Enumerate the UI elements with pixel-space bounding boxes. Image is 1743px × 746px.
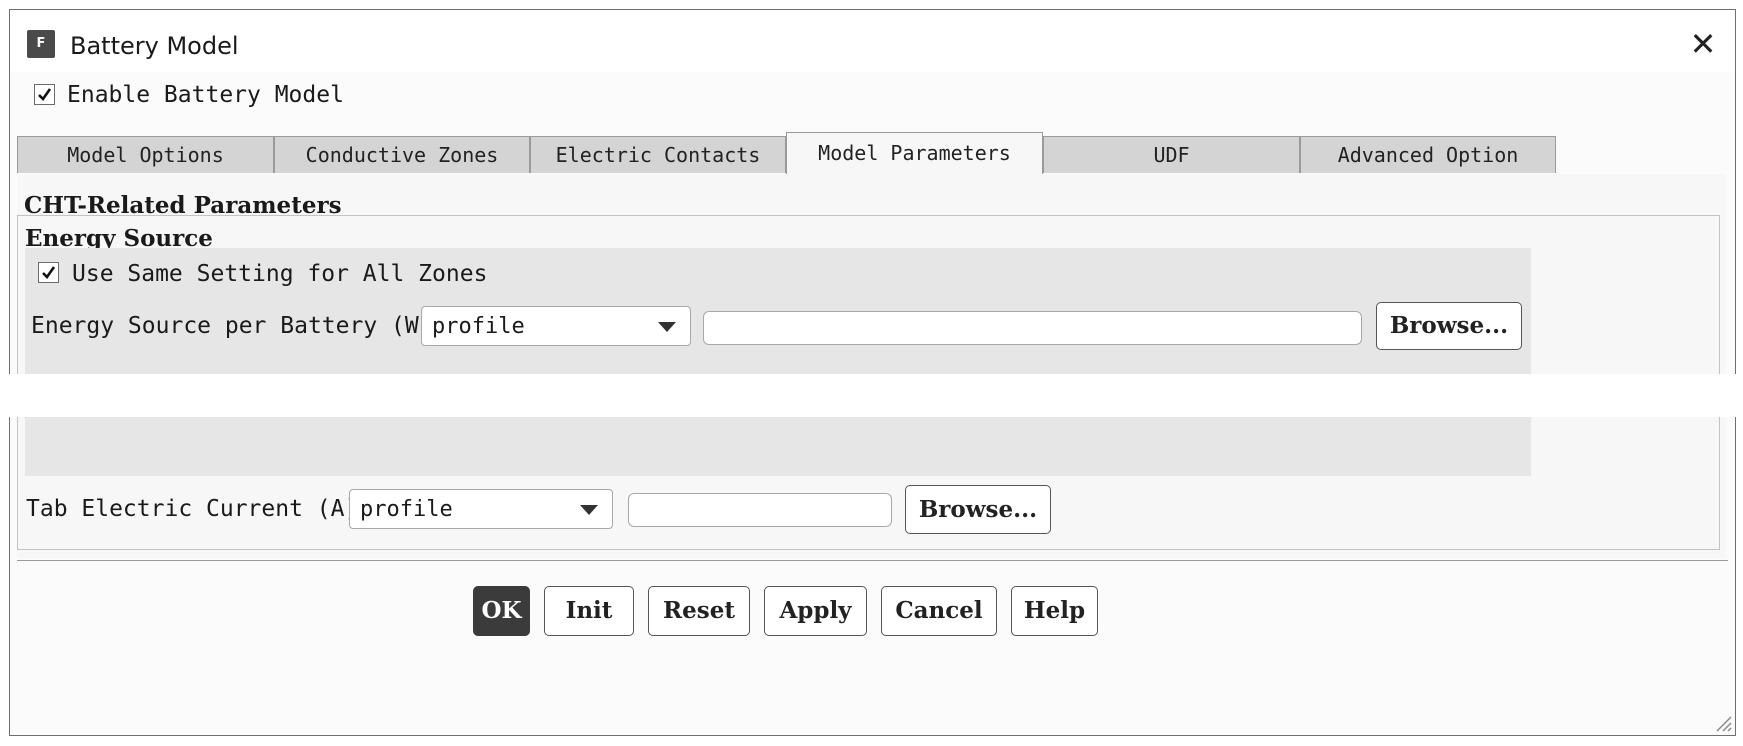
init-button[interactable]: Init: [544, 586, 634, 636]
fluent-app-icon: F: [27, 30, 55, 58]
energy-source-select-value: profile: [432, 314, 525, 339]
energy-source-select[interactable]: profile: [421, 306, 691, 346]
tab-advanced-option[interactable]: Advanced Option: [1300, 136, 1556, 173]
battery-model-dialog: F Battery Model ✕ Enable Battery Model M…: [9, 9, 1736, 736]
tab-electric-current-label: Tab Electric Current (A): [26, 496, 359, 522]
dropdown-arrow-icon: [658, 322, 676, 332]
resize-grip-icon[interactable]: [1711, 711, 1733, 733]
reset-button[interactable]: Reset: [648, 586, 750, 636]
footer-divider: [17, 560, 1728, 561]
checkmark-icon: [38, 88, 52, 102]
tab-bar: Model Options Conductive Zones Electric …: [17, 132, 1726, 174]
tab-model-parameters[interactable]: Model Parameters: [786, 132, 1043, 174]
image-gap: [0, 374, 1743, 417]
enable-battery-model-checkbox[interactable]: [34, 84, 55, 105]
dropdown-arrow-icon: [580, 505, 598, 515]
tab-electric-contacts[interactable]: Electric Contacts: [530, 136, 786, 173]
checkmark-icon: [42, 266, 56, 280]
tab-current-browse-button[interactable]: Browse...: [905, 485, 1051, 534]
cancel-button[interactable]: Cancel: [881, 586, 997, 636]
energy-source-profile-field[interactable]: [703, 311, 1362, 345]
window-title: Battery Model: [70, 32, 239, 60]
close-icon[interactable]: ✕: [1683, 24, 1723, 64]
energy-source-per-battery-label: Energy Source per Battery (W): [31, 313, 433, 339]
enable-battery-model-label: Enable Battery Model: [67, 82, 344, 108]
help-button[interactable]: Help: [1011, 586, 1098, 636]
title-bar: F Battery Model ✕: [10, 10, 1735, 72]
use-same-setting-label: Use Same Setting for All Zones: [72, 261, 488, 287]
apply-button[interactable]: Apply: [764, 586, 867, 636]
tab-current-profile-field[interactable]: [628, 493, 892, 527]
ok-button[interactable]: OK: [473, 586, 530, 636]
use-same-setting-checkbox[interactable]: [38, 262, 59, 283]
tab-current-select[interactable]: profile: [349, 489, 613, 529]
energy-source-browse-button[interactable]: Browse...: [1376, 302, 1522, 350]
tab-conductive-zones[interactable]: Conductive Zones: [274, 136, 530, 173]
tab-model-options[interactable]: Model Options: [17, 136, 274, 173]
tab-current-select-value: profile: [360, 497, 453, 522]
tab-udf[interactable]: UDF: [1043, 136, 1300, 173]
